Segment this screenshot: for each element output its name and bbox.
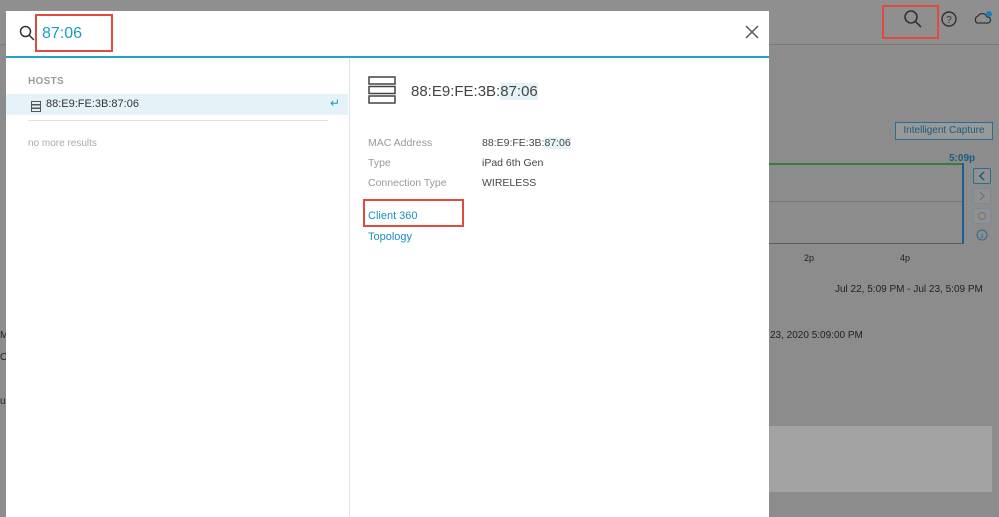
chart-reset-button[interactable] bbox=[973, 208, 991, 224]
hosts-section-header: HOSTS bbox=[28, 76, 64, 87]
cloud-notification-icon[interactable] bbox=[972, 8, 994, 30]
mac-address-value: 88:E9:FE:3B:87:06 bbox=[482, 137, 571, 149]
close-icon[interactable] bbox=[743, 23, 761, 41]
mac-address-label: MAC Address bbox=[368, 137, 433, 149]
connection-type-value: WIRELESS bbox=[482, 177, 537, 189]
detail-title-match: 87:06 bbox=[500, 83, 538, 100]
search-bar bbox=[6, 11, 769, 58]
chart-info-icon[interactable] bbox=[976, 228, 988, 246]
type-value: iPad 6th Gen bbox=[482, 157, 544, 169]
tick-label-4p: 4p bbox=[900, 253, 911, 263]
tick-label-2p: 2p bbox=[804, 253, 815, 263]
mac-address-prefix: 88:E9:FE:3B: bbox=[482, 137, 545, 149]
time-range-label: Jul 22, 5:09 PM - Jul 23, 5:09 PM bbox=[835, 284, 983, 295]
results-divider bbox=[28, 120, 328, 121]
topology-link[interactable]: Topology bbox=[368, 231, 412, 243]
svg-text:?: ? bbox=[946, 15, 952, 26]
result-item-label: 88:E9:FE:3B:87:06 bbox=[46, 98, 139, 110]
intelligent-capture-button[interactable]: Intelligent Capture bbox=[895, 122, 993, 140]
global-search-modal: HOSTS 88:E9:FE:3B:87:06 ↵ no more result… bbox=[6, 11, 769, 517]
connection-type-label: Connection Type bbox=[368, 177, 447, 189]
chart-now-marker bbox=[962, 163, 964, 243]
enter-key-icon: ↵ bbox=[329, 96, 340, 110]
detail-title-prefix: 88:E9:FE:3B: bbox=[411, 83, 501, 100]
no-more-results: no more results bbox=[28, 138, 97, 149]
detail-pane: 88:E9:FE:3B:87:06 MAC Address 88:E9:FE:3… bbox=[350, 58, 769, 517]
timestamp-label: 23, 2020 5:09:00 PM bbox=[770, 330, 863, 341]
detail-title: 88:E9:FE:3B:87:06 bbox=[411, 83, 538, 100]
results-pane: HOSTS 88:E9:FE:3B:87:06 ↵ no more result… bbox=[6, 58, 350, 517]
search-input-highlight bbox=[35, 14, 113, 52]
timeline-chart[interactable] bbox=[768, 163, 964, 244]
chart-prev-button[interactable] bbox=[973, 168, 991, 184]
chart-gridline bbox=[768, 201, 964, 202]
search-icon bbox=[19, 25, 35, 46]
result-item[interactable]: 88:E9:FE:3B:87:06 ↵ bbox=[6, 94, 348, 115]
host-icon bbox=[31, 99, 41, 117]
background-card bbox=[768, 426, 992, 492]
host-large-icon bbox=[368, 76, 396, 109]
client-360-highlight bbox=[363, 199, 464, 227]
edge-text-u: u bbox=[0, 396, 6, 407]
mac-address-match: 87:06 bbox=[544, 137, 571, 149]
chart-next-button[interactable] bbox=[973, 188, 991, 204]
help-icon[interactable]: ? bbox=[938, 8, 960, 30]
type-label: Type bbox=[368, 157, 391, 169]
search-icon-highlight bbox=[882, 5, 939, 39]
